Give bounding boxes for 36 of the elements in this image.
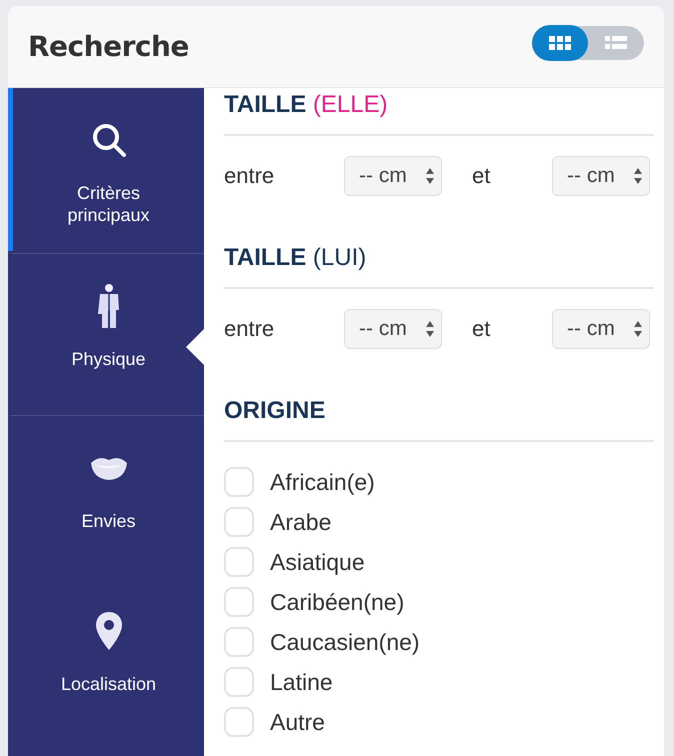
range-label: entre	[224, 163, 276, 189]
spinner-icon	[425, 320, 435, 338]
checkbox[interactable]	[224, 507, 254, 537]
checkbox[interactable]	[224, 627, 254, 657]
checkbox[interactable]	[224, 707, 254, 737]
sidebar-item[interactable]: Physique	[8, 253, 204, 416]
option-label: Asiatique	[270, 548, 365, 576]
height-select[interactable]: -- cm	[344, 156, 442, 196]
person-icon	[96, 284, 120, 328]
list-icon	[605, 36, 627, 50]
section-heading: TAILLE (LUI)	[224, 244, 366, 272]
spinner-icon	[425, 167, 435, 185]
spinner-icon	[633, 167, 643, 185]
grid-icon	[549, 36, 571, 50]
section-heading: ORIGINE	[224, 397, 326, 425]
checkbox[interactable]	[224, 667, 254, 697]
range-label: et	[472, 316, 492, 342]
section-heading: TAILLE (ELLE)	[224, 91, 388, 119]
spinner-icon	[633, 320, 643, 338]
option-label: Caribéen(ne)	[270, 588, 404, 616]
height-select[interactable]: -- cm	[344, 309, 442, 349]
option-label: Caucasien(ne)	[270, 628, 420, 656]
option-label: Latine	[270, 668, 333, 696]
option-label: Africain(e)	[270, 468, 375, 496]
option-label: Arabe	[270, 508, 332, 536]
tab-pointer	[186, 329, 204, 365]
panel-title: Recherche	[28, 30, 189, 63]
range-label: entre	[224, 316, 276, 342]
height-select[interactable]: -- cm	[552, 156, 650, 196]
grid-view-button[interactable]	[532, 24, 588, 60]
range-label: et	[472, 163, 492, 189]
checkbox[interactable]	[224, 467, 254, 497]
option-label: Autre	[270, 708, 325, 736]
checkbox[interactable]	[224, 587, 254, 617]
checkbox[interactable]	[224, 547, 254, 577]
height-select[interactable]: -- cm	[552, 309, 650, 349]
